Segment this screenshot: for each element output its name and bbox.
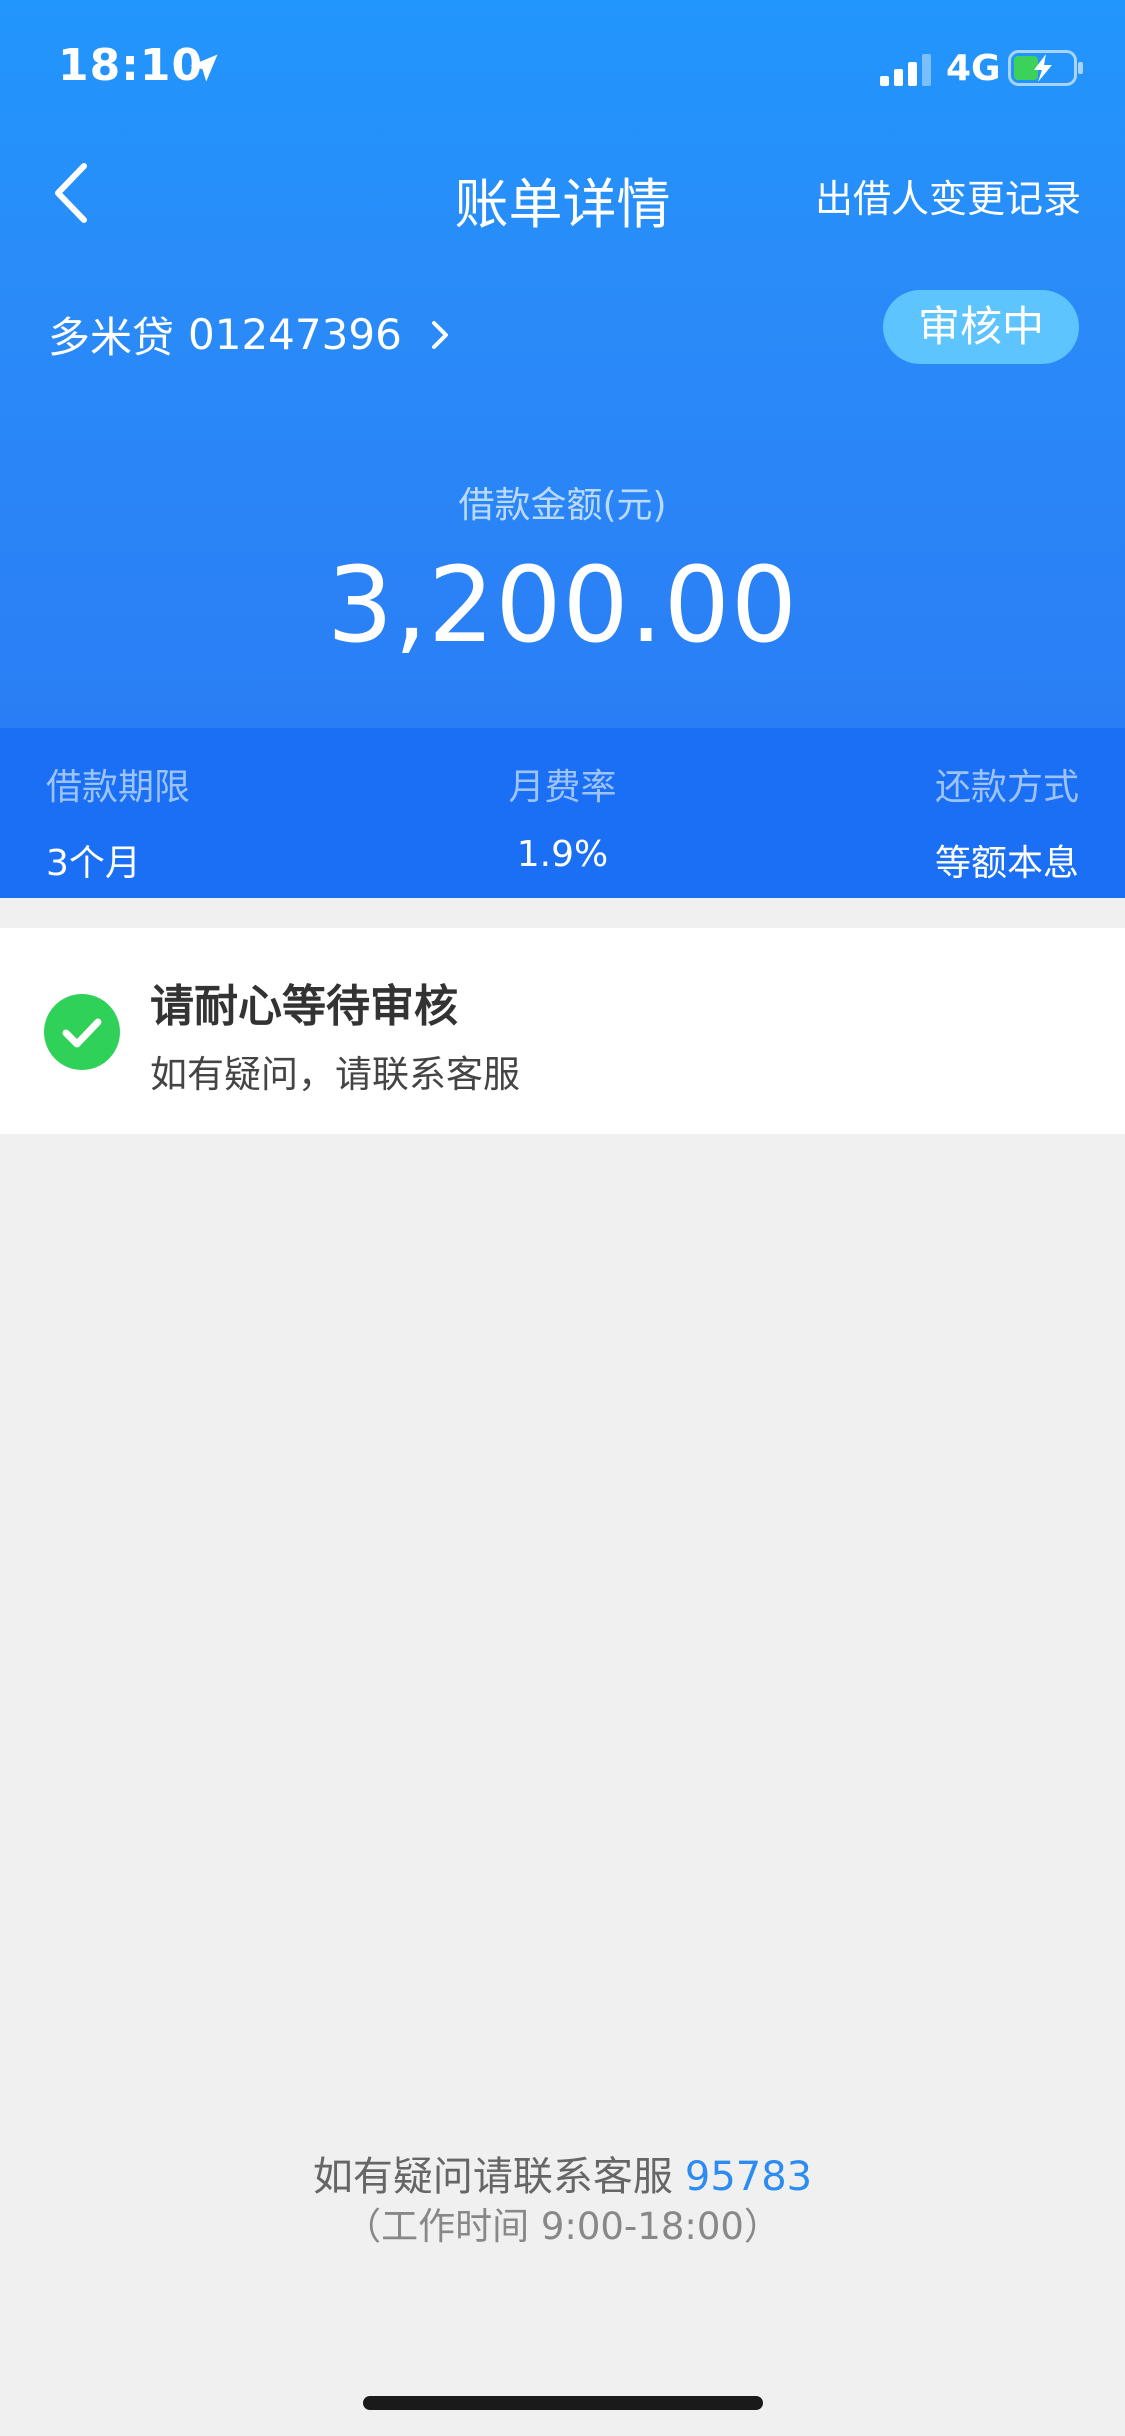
battery-charging-icon — [1008, 50, 1083, 86]
check-circle-icon — [44, 994, 120, 1070]
status-time: 18:10 — [58, 40, 204, 91]
repayment-method-value: 等额本息 — [934, 843, 1079, 884]
signal-icon — [880, 54, 931, 86]
loan-details-strip: 借款期限 3个月 月费率 1.9% 还款方式 等额本息 — [0, 728, 1125, 898]
header: 18:10 4G 账单详情 出借人变更记录 多米贷 01247396 审核中 借… — [0, 0, 1125, 728]
network-label: 4G — [946, 48, 1001, 89]
customer-service-phone-link[interactable]: 95783 — [685, 2154, 812, 2200]
notice-subtitle: 如有疑问，请联系客服 — [150, 1053, 520, 1096]
loan-number: 01247396 — [188, 310, 402, 359]
chevron-right-icon — [431, 320, 448, 349]
service-hours: （工作时间 9:00-18:00） — [344, 2205, 781, 2248]
status-bar: 18:10 4G — [0, 0, 1125, 132]
loan-product-name: 多米贷 — [48, 313, 175, 362]
status-badge: 审核中 — [883, 290, 1079, 364]
contact-text: 如有疑问请联系客服 — [312, 2154, 673, 2200]
lender-change-record-link[interactable]: 出借人变更记录 — [815, 168, 1081, 223]
loan-amount-value: 3,200.00 — [326, 544, 799, 666]
repayment-method: 还款方式 等额本息 — [935, 758, 1079, 886]
location-arrow-icon — [190, 54, 218, 82]
notice-title: 请耐心等待审核 — [150, 981, 458, 1032]
loan-amount-label: 借款金额(元) — [458, 485, 667, 526]
loan-product-row[interactable]: 多米贷 01247396 — [48, 304, 454, 365]
contact-line: 如有疑问请联系客服 95783 — [0, 2144, 1125, 2202]
review-notice-card: 请耐心等待审核 如有疑问，请联系客服 — [0, 928, 1125, 1134]
back-chevron-icon[interactable] — [44, 158, 100, 228]
repayment-method-label: 还款方式 — [934, 767, 1079, 808]
home-indicator[interactable] — [363, 2396, 763, 2410]
